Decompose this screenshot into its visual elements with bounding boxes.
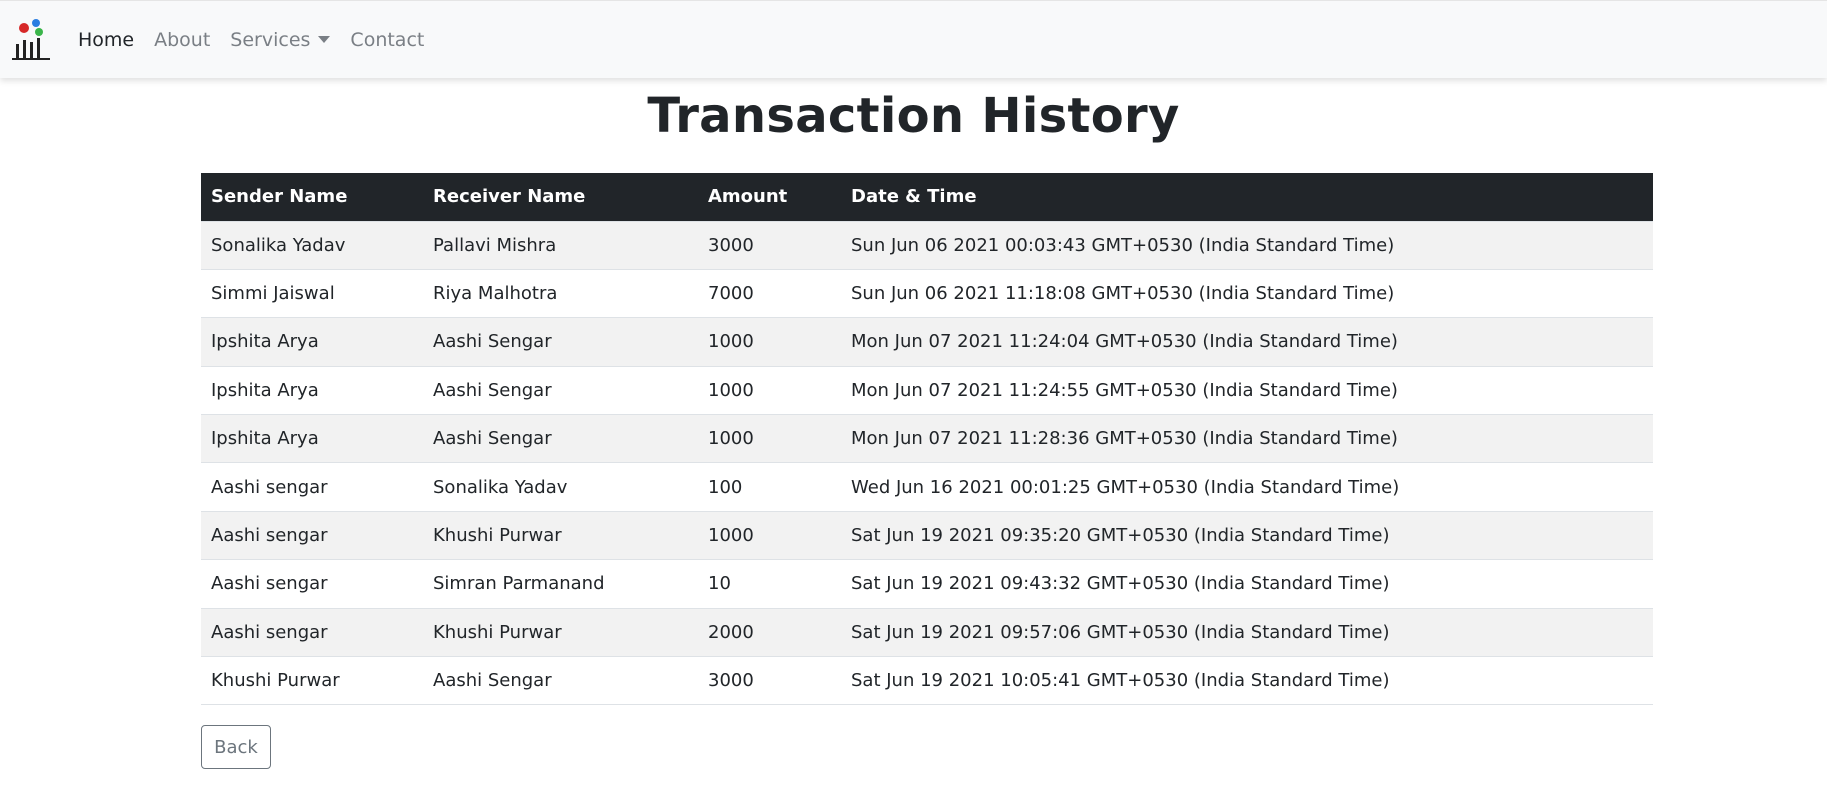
sender-cell: Aashi sengar: [201, 462, 423, 512]
caret-down-icon: [318, 36, 331, 43]
nav-contact-label: Contact: [350, 28, 425, 51]
transactions-table: Sender Name Receiver Name Amount Date & …: [201, 173, 1653, 706]
sender-cell: Aashi sengar: [201, 607, 423, 657]
sender-cell: Ipshita Arya: [201, 317, 423, 367]
table-row: Aashi sengar Khushi Purwar 2000 Sat Jun …: [201, 607, 1653, 657]
sender-cell: Aashi sengar: [201, 559, 423, 609]
header-receiver-name: Receiver Name: [433, 186, 586, 208]
table-row: Ipshita Arya Aashi Sengar 1000 Mon Jun 0…: [201, 365, 1653, 415]
bank-logo-icon[interactable]: [12, 18, 50, 62]
table-row: Ipshita Arya Aashi Sengar 1000 Mon Jun 0…: [201, 414, 1653, 463]
table-row: Aashi sengar Sonalika Yadav 100 Wed Jun …: [201, 462, 1653, 512]
amount-cell: 1000: [698, 510, 841, 560]
receiver-cell: Sonalika Yadav: [423, 462, 698, 512]
datetime-cell: Sun Jun 06 2021 00:03:43 GMT+0530 (India…: [841, 220, 1653, 270]
receiver-cell: Aashi Sengar: [423, 365, 698, 415]
nav-home-link[interactable]: Home: [78, 29, 134, 51]
table-row: Khushi Purwar Aashi Sengar 3000 Sat Jun …: [201, 656, 1653, 706]
nav-about-link[interactable]: About: [154, 29, 210, 51]
table-row: Simmi Jaiswal Riya Malhotra 7000 Sun Jun…: [201, 268, 1653, 318]
datetime-cell: Mon Jun 07 2021 11:24:04 GMT+0530 (India…: [841, 317, 1653, 367]
sender-cell: Simmi Jaiswal: [201, 268, 423, 318]
nav-about-label: About: [154, 28, 211, 51]
sender-cell: Sonalika Yadav: [201, 220, 423, 270]
table-row: Sonalika Yadav Pallavi Mishra 3000 Sun J…: [201, 220, 1653, 270]
amount-cell: 10: [698, 559, 841, 609]
nav-services-dropdown[interactable]: Services: [230, 28, 331, 51]
datetime-cell: Mon Jun 07 2021 11:28:36 GMT+0530 (India…: [841, 414, 1653, 463]
table-header: Sender Name Receiver Name Amount Date & …: [201, 173, 1653, 221]
table-body: Sonalika Yadav Pallavi Mishra 3000 Sun J…: [201, 220, 1653, 706]
navbar: Home About Services Contact: [0, 0, 1827, 78]
datetime-cell: Wed Jun 16 2021 00:01:25 GMT+0530 (India…: [841, 462, 1653, 512]
receiver-cell: Simran Parmanand: [423, 559, 698, 609]
receiver-cell: Khushi Purwar: [423, 607, 698, 657]
amount-cell: 3000: [698, 220, 841, 270]
amount-cell: 7000: [698, 268, 841, 318]
amount-cell: 2000: [698, 607, 841, 657]
datetime-cell: Sat Jun 19 2021 10:05:41 GMT+0530 (India…: [841, 656, 1653, 706]
amount-cell: 3000: [698, 656, 841, 706]
page-title: Transaction History: [647, 88, 1180, 144]
table-row: Ipshita Arya Aashi Sengar 1000 Mon Jun 0…: [201, 317, 1653, 367]
header-amount: Amount: [708, 186, 788, 208]
datetime-cell: Mon Jun 07 2021 11:24:55 GMT+0530 (India…: [841, 365, 1653, 415]
receiver-cell: Aashi Sengar: [423, 317, 698, 367]
sender-cell: Ipshita Arya: [201, 414, 423, 463]
nav-services-label: Services: [230, 28, 311, 51]
nav-home-label: Home: [78, 28, 135, 51]
datetime-cell: Sat Jun 19 2021 09:57:06 GMT+0530 (India…: [841, 607, 1653, 657]
table-header-row: Sender Name Receiver Name Amount Date & …: [201, 173, 1653, 221]
receiver-cell: Aashi Sengar: [423, 656, 698, 706]
receiver-cell: Khushi Purwar: [423, 510, 698, 560]
back-button[interactable]: Back: [201, 725, 271, 769]
table-row: Aashi sengar Khushi Purwar 1000 Sat Jun …: [201, 510, 1653, 560]
sender-cell: Ipshita Arya: [201, 365, 423, 415]
sender-cell: Khushi Purwar: [201, 656, 423, 706]
receiver-cell: Pallavi Mishra: [423, 220, 698, 270]
header-sender-name: Sender Name: [211, 186, 348, 208]
amount-cell: 1000: [698, 414, 841, 463]
header-date-time: Date & Time: [851, 186, 977, 208]
datetime-cell: Sat Jun 19 2021 09:35:20 GMT+0530 (India…: [841, 510, 1653, 560]
receiver-cell: Aashi Sengar: [423, 414, 698, 463]
datetime-cell: Sun Jun 06 2021 11:18:08 GMT+0530 (India…: [841, 268, 1653, 318]
sender-cell: Aashi sengar: [201, 510, 423, 560]
table-row: Aashi sengar Simran Parmanand 10 Sat Jun…: [201, 559, 1653, 609]
datetime-cell: Sat Jun 19 2021 09:43:32 GMT+0530 (India…: [841, 559, 1653, 609]
amount-cell: 100: [698, 462, 841, 512]
nav-contact-link[interactable]: Contact: [350, 29, 424, 51]
amount-cell: 1000: [698, 317, 841, 367]
amount-cell: 1000: [698, 365, 841, 415]
receiver-cell: Riya Malhotra: [423, 268, 698, 318]
